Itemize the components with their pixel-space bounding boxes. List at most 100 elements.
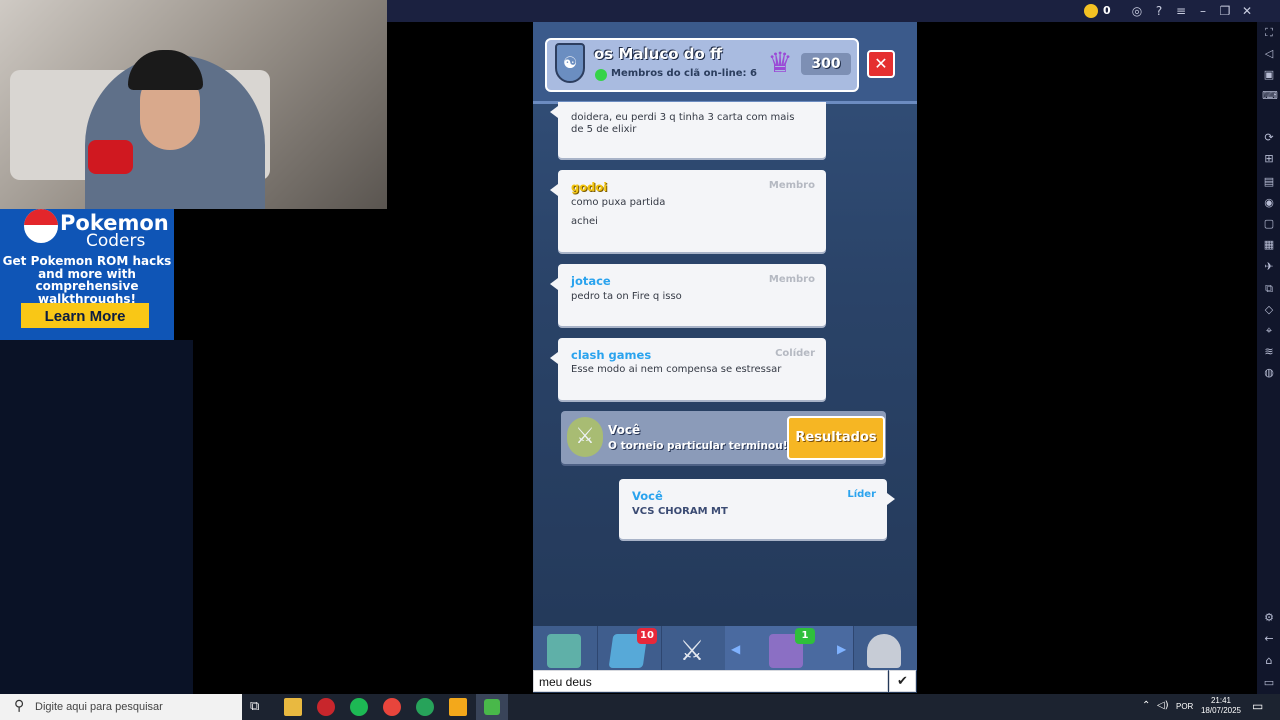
tab-cards[interactable]: 10 [597, 626, 662, 671]
shop-icon [547, 634, 581, 668]
sync-icon[interactable]: ⟳ [1262, 131, 1276, 145]
ad-brand-sub: Coders [86, 231, 146, 251]
message-role: Líder [847, 489, 876, 500]
eraser-icon[interactable]: ◇ [1262, 303, 1276, 317]
close-button[interactable]: ✕ [867, 50, 895, 78]
results-button[interactable]: Resultados [787, 416, 885, 460]
bottom-nav: 10 ⚔ ◀ 1 ▶ [533, 626, 917, 671]
gamepad-icon[interactable]: ⊞ [1262, 152, 1276, 166]
coin-icon [1084, 4, 1098, 18]
clock-date: 18/07/2025 [1200, 706, 1242, 715]
game-screen: os Maluco do ff Membros do clã on-line: … [533, 22, 917, 693]
message-text: de 5 de elixir [571, 124, 637, 135]
restore-icon[interactable]: ❐ [1217, 3, 1233, 19]
clan-info-box[interactable]: ☯ os Maluco do ff Membros do clã on-line… [545, 38, 859, 92]
chat-message: jotace Membro pedro ta on Fire q isso [550, 264, 826, 326]
screenshot-icon[interactable]: ◉ [1262, 196, 1276, 210]
pokeball-icon [24, 209, 58, 243]
home-icon[interactable]: ⌂ [1262, 654, 1276, 668]
system-clock[interactable]: 21:41 18/07/2025 [1196, 696, 1246, 716]
trophy-icon: ♛ [767, 46, 793, 79]
message-text: VCS CHORAM MT [632, 506, 728, 517]
events-icon [867, 634, 901, 668]
message-text: pedro ta on Fire q isso [571, 291, 682, 302]
fullscreen-icon[interactable]: ⛶ [1262, 26, 1276, 40]
minimize-icon[interactable]: – [1195, 3, 1211, 19]
message-text: Esse modo ai nem compensa se estressar [571, 364, 782, 375]
file-explorer-icon[interactable] [284, 698, 302, 716]
task-view-icon[interactable]: ⧉ [250, 699, 259, 714]
volume-icon[interactable]: ◁ [1262, 47, 1276, 61]
spotify-icon[interactable] [350, 698, 368, 716]
microphone [88, 140, 133, 174]
account-icon[interactable]: ◎ [1129, 3, 1145, 19]
message-author[interactable]: clash games [571, 348, 651, 362]
chrome-icon[interactable] [383, 698, 401, 716]
message-text: como puxa partida [571, 197, 666, 208]
pokemon-coders-ad[interactable]: Pokemon Coders Get Pokemon ROM hacks and… [0, 209, 174, 340]
bluestacks-taskbar-item[interactable] [476, 694, 508, 720]
gallery-icon[interactable]: ▦ [1262, 238, 1276, 252]
tournament-author: Você [608, 423, 641, 437]
bluestacks-icon [484, 699, 500, 715]
notifications-icon[interactable]: ▭ [1252, 699, 1263, 713]
taskbar-search[interactable]: ⚲ Digite aqui para pesquisar [0, 694, 242, 720]
search-placeholder: Digite aqui para pesquisar [35, 701, 163, 713]
webcam-overlay [0, 0, 387, 209]
tab-battle[interactable]: ⚔ [661, 626, 726, 671]
multi-instance-icon[interactable]: ⧉ [1262, 282, 1276, 296]
speaker-icon[interactable]: ◁) [1157, 700, 1169, 711]
message-author[interactable]: jotace [571, 274, 611, 288]
arrow-right-icon: ▶ [837, 642, 847, 656]
message-role: Colíder [775, 348, 815, 359]
tab-events[interactable] [853, 626, 917, 671]
tray-chevron-icon[interactable]: ⌃ [1142, 700, 1150, 711]
apk-icon[interactable]: ▤ [1262, 175, 1276, 189]
ad-text: Get Pokemon ROM hacks and more with comp… [2, 254, 172, 306]
language-indicator[interactable]: POR [1176, 702, 1193, 711]
clan-badge: 1 [795, 628, 815, 644]
tournament-sword-icon: ⚔ [567, 417, 603, 457]
black-area [193, 209, 387, 694]
app-icon[interactable] [416, 698, 434, 716]
clan-name: os Maluco do ff [594, 45, 723, 63]
record-icon[interactable]: ▢ [1262, 217, 1276, 231]
clock-time: 21:41 [1210, 696, 1232, 705]
recent-apps-icon[interactable]: ▭ [1262, 676, 1276, 690]
send-button[interactable]: ✔ [889, 670, 916, 692]
emulator-titlebar [387, 0, 1280, 22]
left-panel [0, 340, 193, 694]
cards-badge: 10 [637, 628, 657, 644]
eco-icon[interactable]: ◍ [1262, 366, 1276, 380]
tab-shop[interactable] [533, 626, 598, 671]
menu-icon[interactable]: ≡ [1173, 3, 1189, 19]
airplane-icon[interactable]: ✈ [1262, 260, 1276, 274]
tournament-notice: ⚔ Você O torneio particular terminou! Re… [561, 411, 886, 464]
message-role: Membro [768, 180, 815, 191]
tab-clan[interactable]: ◀ 1 ▶ [725, 626, 854, 671]
clan-badge-icon: ☯ [555, 43, 585, 83]
my-chat-message: Você Líder VCS CHORAM MT [619, 479, 895, 539]
chat-input[interactable]: meu deus [533, 670, 888, 692]
settings-icon[interactable]: ⚙ [1262, 611, 1276, 625]
keyboard-icon[interactable]: ⌨ [1262, 89, 1278, 103]
learn-more-button[interactable]: Learn More [21, 303, 149, 328]
app-icon-2[interactable] [449, 698, 467, 716]
search-icon: ⚲ [14, 698, 25, 714]
message-author[interactable]: Você [632, 489, 663, 503]
back-icon[interactable]: ← [1262, 632, 1276, 646]
clan-trophies: 300 [801, 53, 851, 75]
recorder-icon[interactable] [317, 698, 335, 716]
layers-icon[interactable]: ≋ [1262, 345, 1276, 359]
location-icon[interactable]: ⌖ [1262, 324, 1276, 338]
arrow-left-icon: ◀ [731, 642, 741, 656]
crossed-swords-icon: ⚔ [679, 634, 705, 667]
chat-message: doidera, eu perdi 3 q tinha 3 carta com … [558, 102, 826, 158]
message-author[interactable]: godoi [571, 180, 607, 194]
message-text: doidera, eu perdi 3 q tinha 3 carta com … [571, 112, 795, 123]
clan-online-count: Membros do clã on-line: 6 [611, 68, 757, 79]
message-text: achei [571, 216, 598, 227]
help-icon[interactable]: ? [1151, 3, 1167, 19]
media-icon[interactable]: ▣ [1262, 68, 1276, 82]
close-icon[interactable]: ✕ [1239, 3, 1255, 19]
